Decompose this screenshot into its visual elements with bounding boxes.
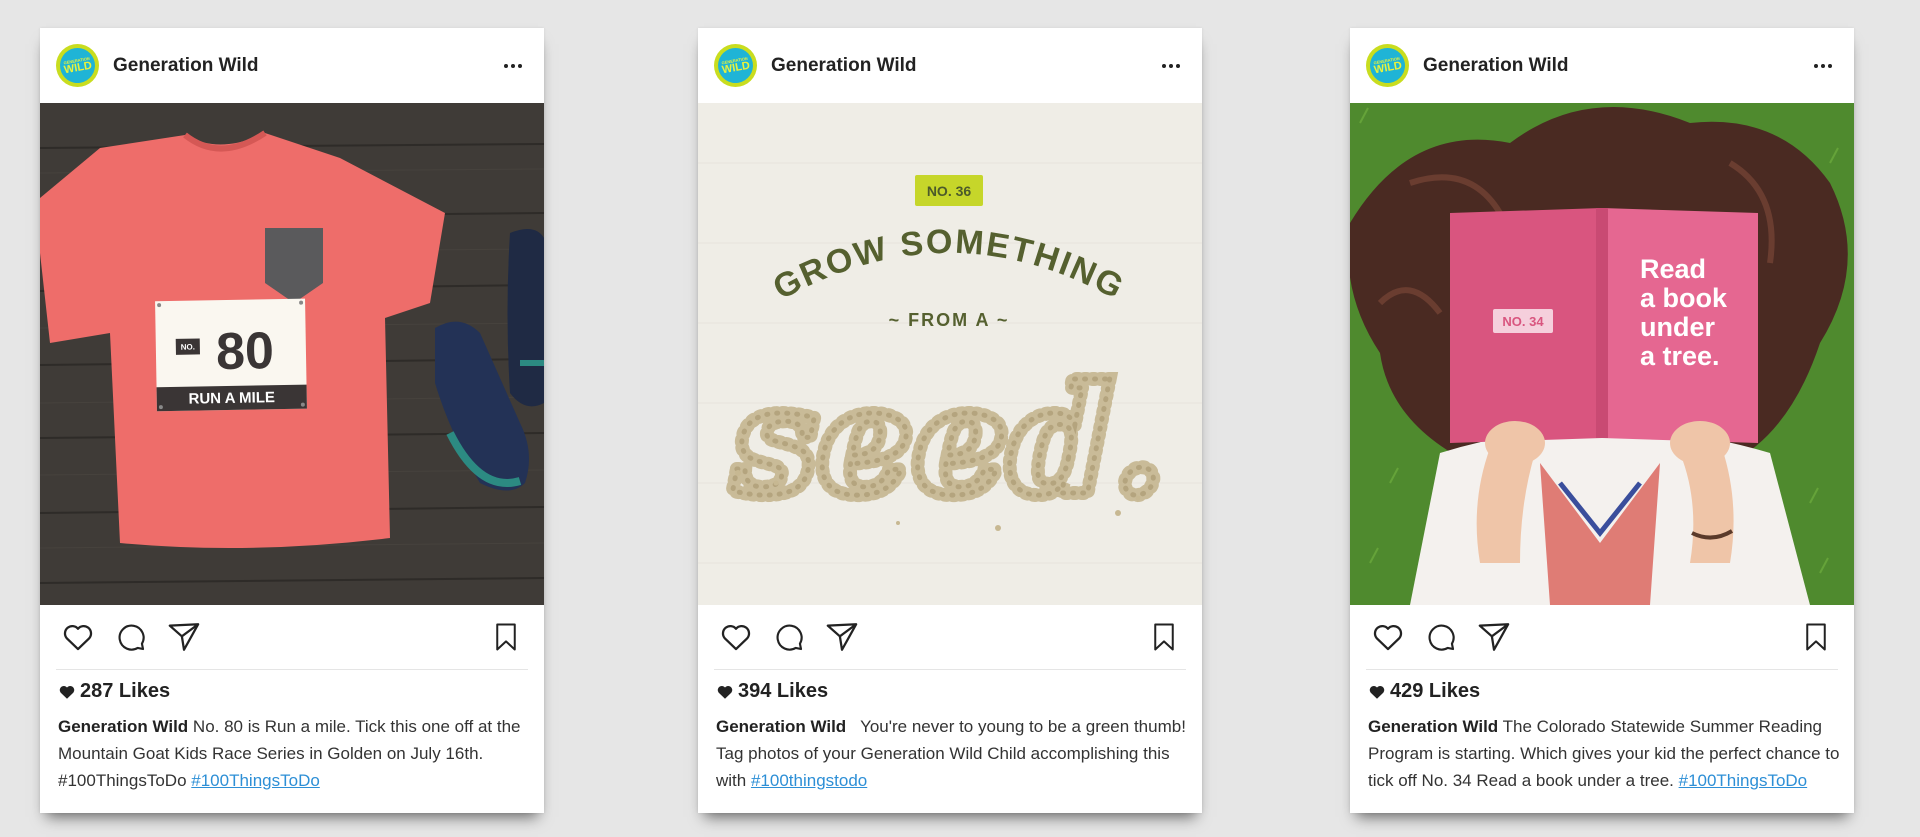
svg-text:NO. 34: NO. 34 [1502,314,1544,329]
three-dots-icon [504,63,508,68]
svg-text:NO.: NO. [181,343,195,352]
svg-text:seed.: seed. [732,353,1165,529]
instagram-post-card: GENERATION WILD Generation Wild [40,28,544,813]
post-actions-bar [698,605,1202,669]
bookmark-icon [496,623,516,651]
bookmark-icon [1154,623,1174,651]
hashtag-link[interactable]: #100ThingsToDo [191,771,320,790]
like-button[interactable] [1370,619,1406,655]
instagram-post-card: GENERATION WILD Generation Wild [1350,28,1854,813]
caption-author[interactable]: Generation Wild [58,717,188,736]
heart-outline-icon [1373,624,1403,651]
likes-label: 394 Likes [738,680,829,702]
divider [1366,669,1838,670]
paper-plane-icon [168,623,200,651]
comment-button[interactable] [113,619,149,655]
more-options-button[interactable] [1156,58,1186,74]
paper-plane-icon [826,623,858,651]
speech-bubble-icon [1428,624,1455,651]
account-name[interactable]: Generation Wild [771,55,917,77]
divider [714,669,1186,670]
like-button[interactable] [718,619,754,655]
post-header: GENERATION WILD Generation Wild [698,28,1202,103]
svg-text:RUN A MILE: RUN A MILE [188,389,275,408]
post-caption: Generation Wild No. 80 is Run a mile. Ti… [58,713,532,794]
post-actions-bar [40,605,544,669]
heart-filled-icon [1369,685,1385,699]
tshirt-race-bib-photo: NO. 80 RUN A MILE [40,103,544,605]
account-name[interactable]: Generation Wild [1423,55,1569,77]
caption-author[interactable]: Generation Wild [716,717,846,736]
bookmark-icon [1806,623,1826,651]
comment-button[interactable] [1423,619,1459,655]
generation-wild-logo: GENERATION WILD [1367,45,1408,86]
save-button[interactable] [1146,619,1182,655]
more-options-button[interactable] [498,58,528,74]
account-name[interactable]: Generation Wild [113,55,259,77]
post-header: GENERATION WILD Generation Wild [40,28,544,103]
three-dots-icon [1162,63,1166,68]
hashtag-link[interactable]: #100thingstodo [751,771,867,790]
post-header: GENERATION WILD Generation Wild [1350,28,1854,103]
caption-author[interactable]: Generation Wild [1368,717,1498,736]
more-options-button[interactable] [1808,58,1838,74]
likes-count[interactable]: 429 Likes [1368,680,1480,703]
svg-text:NO. 36: NO. 36 [927,183,972,199]
generation-wild-logo: GENERATION WILD [57,45,98,86]
heart-outline-icon [721,624,751,651]
likes-label: 287 Likes [80,680,171,702]
avatar[interactable]: GENERATION WILD [714,44,757,87]
share-button[interactable] [166,619,202,655]
three-dots-icon [1814,63,1818,68]
post-image[interactable]: NO. 34 Read a book under a tree. [1350,103,1854,605]
likes-label: 429 Likes [1390,680,1481,702]
svg-text:~ FROM A ~: ~ FROM A ~ [889,310,1010,330]
likes-count[interactable]: 394 Likes [716,680,828,703]
avatar[interactable]: GENERATION WILD [1366,44,1409,87]
speech-bubble-icon [118,624,145,651]
share-button[interactable] [824,619,860,655]
post-actions-bar [1350,605,1854,669]
paper-plane-icon [1478,623,1510,651]
svg-text:80: 80 [216,322,275,381]
post-caption: Generation Wild The Colorado Statewide S… [1368,713,1842,794]
speech-bubble-icon [776,624,803,651]
hashtag-link[interactable]: #100ThingsToDo [1679,771,1808,790]
post-image[interactable]: NO. 36 GROW SOMETHING ~ FROM A ~ seed. s… [698,103,1202,605]
heart-outline-icon [63,624,93,651]
save-button[interactable] [1798,619,1834,655]
like-button[interactable] [60,619,96,655]
post-image[interactable]: NO. 80 RUN A MILE [40,103,544,605]
likes-count[interactable]: 287 Likes [58,680,170,703]
grow-something-seed-graphic: NO. 36 GROW SOMETHING ~ FROM A ~ seed. s… [698,103,1202,605]
generation-wild-logo: GENERATION WILD [715,45,756,86]
girl-reading-book-photo: NO. 34 Read a book under a tree. [1350,103,1854,605]
post-caption: Generation Wild You're never to young to… [716,713,1190,794]
comment-button[interactable] [771,619,807,655]
save-button[interactable] [488,619,524,655]
divider [56,669,528,670]
share-button[interactable] [1476,619,1512,655]
avatar[interactable]: GENERATION WILD [56,44,99,87]
heart-filled-icon [59,685,75,699]
instagram-post-card: GENERATION WILD Generation Wild NO. 36 G… [698,28,1202,813]
heart-filled-icon [717,685,733,699]
